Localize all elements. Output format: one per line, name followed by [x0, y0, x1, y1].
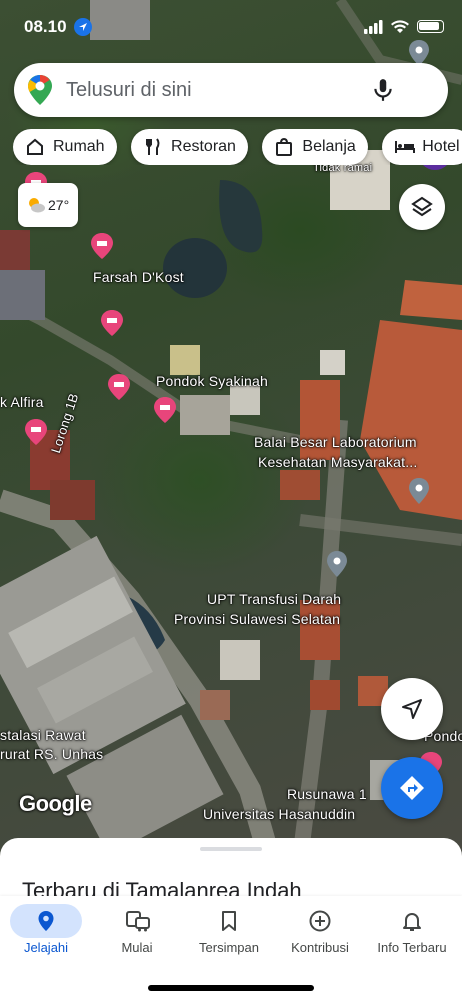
lodging-pin-icon[interactable] — [108, 374, 130, 400]
navigation-arrow-icon — [402, 699, 422, 719]
hotel-icon — [395, 141, 416, 153]
layers-button[interactable] — [399, 184, 445, 230]
chip-label: Hotel — [422, 138, 460, 155]
wifi-icon — [391, 20, 409, 33]
map-label-instalasi-line1[interactable]: stalasi Rawat — [0, 727, 86, 744]
map-label-upt-line2[interactable]: Provinsi Sulawesi Selatan — [174, 611, 340, 628]
chip-restoran[interactable]: Restoran — [131, 129, 248, 165]
shopping-bag-icon — [276, 137, 293, 156]
place-pin-icon[interactable] — [409, 478, 429, 504]
nav-kontribusi[interactable]: Kontribusi — [274, 904, 366, 958]
my-location-button[interactable] — [381, 678, 443, 740]
google-maps-logo-icon — [28, 75, 52, 105]
battery-icon — [417, 20, 444, 33]
place-pin-icon[interactable] — [327, 551, 347, 577]
partly-sunny-icon — [29, 198, 45, 213]
map-label-instalasi-line2[interactable]: rurat RS. Unhas — [0, 746, 103, 763]
chip-rumah[interactable]: Rumah — [13, 129, 117, 165]
layers-icon — [411, 196, 433, 217]
chip-belanja[interactable]: Belanja — [262, 129, 368, 165]
map-label-balai-line2[interactable]: Kesehatan Masyarakat... — [258, 454, 417, 471]
restaurant-icon — [146, 138, 160, 155]
status-bar: 08.10 — [0, 0, 462, 50]
google-logo: Google — [19, 791, 92, 816]
nav-info-terbaru[interactable]: Info Terbaru — [366, 904, 458, 958]
lodging-pin-icon[interactable] — [101, 310, 123, 336]
microphone-icon[interactable] — [370, 77, 396, 103]
weather-temperature: 27° — [48, 197, 70, 213]
sheet-drag-handle[interactable] — [200, 847, 262, 851]
location-arrow-icon — [74, 18, 92, 36]
signal-icon — [364, 20, 383, 34]
directions-button[interactable] — [381, 757, 443, 819]
nav-label: Info Terbaru — [377, 940, 447, 955]
commute-icon — [126, 911, 150, 932]
map-label-farsah[interactable]: Farsah D'Kost — [93, 269, 184, 286]
lodging-pin-icon[interactable] — [91, 233, 113, 259]
nav-jelajahi[interactable]: Jelajahi — [0, 904, 92, 958]
map-label-balai-line1[interactable]: Balai Besar Laboratorium — [254, 434, 417, 451]
status-time: 08.10 — [24, 17, 67, 36]
weather-badge[interactable]: 27° — [18, 183, 78, 227]
chip-label: Rumah — [53, 138, 105, 155]
home-indicator[interactable] — [148, 985, 314, 991]
nav-tersimpan[interactable]: Tersimpan — [183, 904, 275, 958]
map-label-upt-line1[interactable]: UPT Transfusi Darah — [207, 591, 341, 608]
explore-pin-icon — [38, 911, 54, 931]
chip-hotel[interactable]: Hotel — [382, 129, 462, 165]
home-icon — [27, 138, 43, 155]
lodging-pin-icon[interactable] — [154, 397, 176, 423]
map-label-alfira[interactable]: k Alfira — [0, 394, 44, 411]
search-bar[interactable]: Y — [14, 63, 452, 170]
map-label-pondok-syakinah[interactable]: Pondok Syakinah — [156, 373, 268, 390]
lodging-pin-icon[interactable] — [25, 419, 47, 445]
chip-label: Restoran — [171, 138, 236, 155]
directions-icon — [400, 776, 424, 800]
bookmark-icon — [222, 911, 236, 931]
map-label-rusunawa-line2[interactable]: Universitas Hasanuddin — [203, 806, 355, 823]
category-chips: Rumah Restoran Belanja Hotel — [13, 129, 462, 165]
chip-label: Belanja — [302, 138, 356, 155]
bell-icon — [403, 913, 421, 931]
map-label-rusunawa-line1[interactable]: Rusunawa 1 — [287, 786, 367, 803]
search-input[interactable] — [66, 75, 346, 105]
add-circle-icon — [309, 910, 331, 932]
nav-mulai[interactable]: Mulai — [91, 904, 183, 958]
